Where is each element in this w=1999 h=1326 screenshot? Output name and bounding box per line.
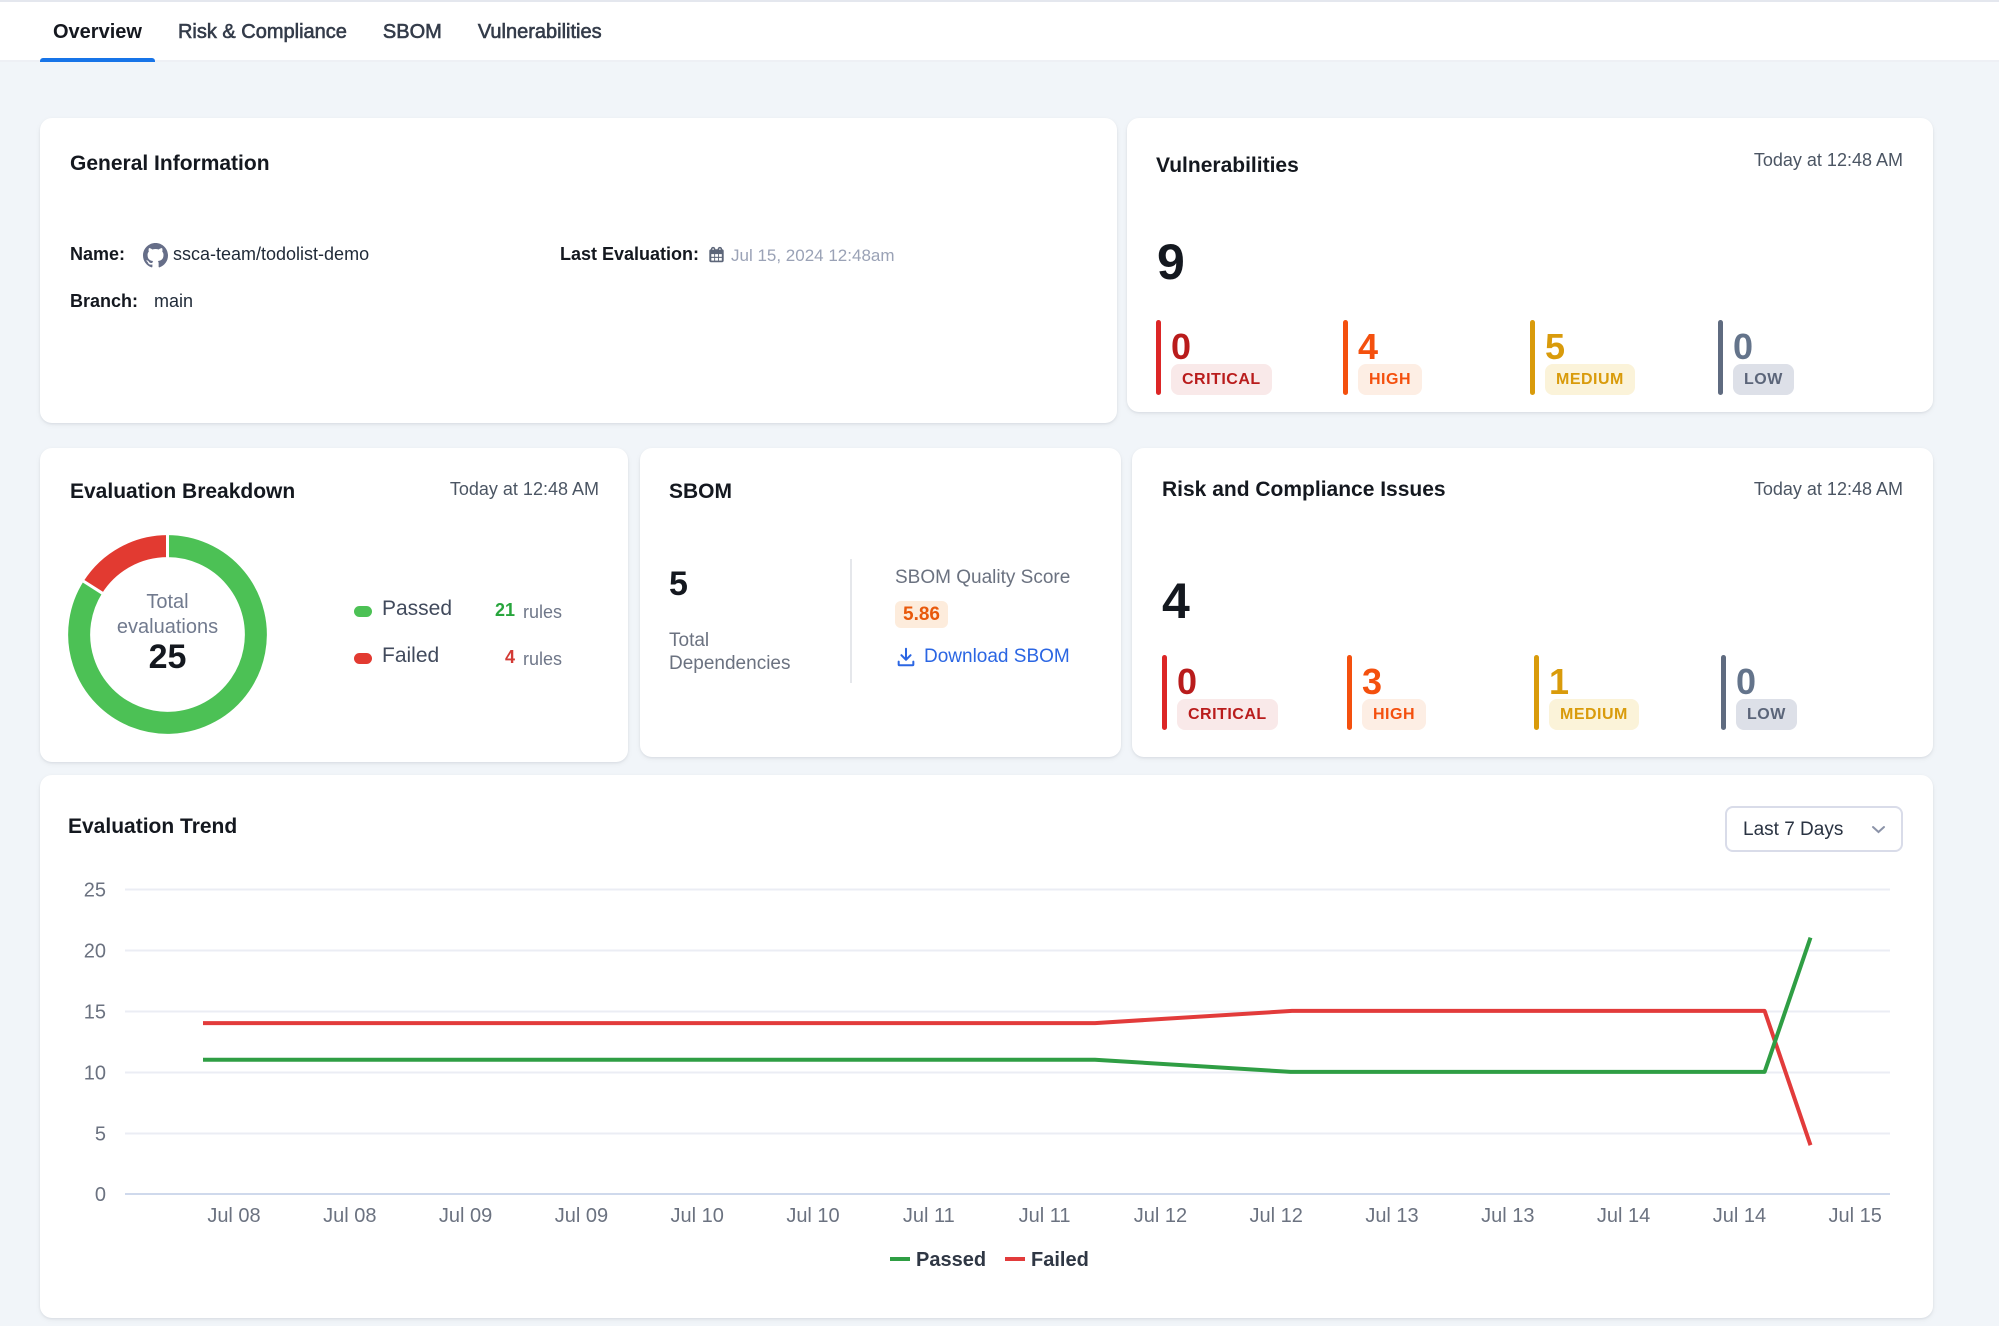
- svg-text:5: 5: [95, 1124, 106, 1146]
- svg-text:Jul 15: Jul 15: [1829, 1205, 1882, 1227]
- svg-text:0: 0: [95, 1184, 106, 1206]
- svg-text:10: 10: [84, 1063, 106, 1085]
- svg-text:Jul 10: Jul 10: [671, 1205, 724, 1227]
- svg-text:Jul 12: Jul 12: [1250, 1205, 1303, 1227]
- svg-text:15: 15: [84, 1002, 106, 1024]
- svg-text:Jul 09: Jul 09: [555, 1205, 608, 1227]
- svg-text:Jul 08: Jul 08: [323, 1205, 376, 1227]
- svg-text:Passed: Passed: [916, 1249, 986, 1271]
- svg-text:Jul 14: Jul 14: [1713, 1205, 1766, 1227]
- svg-text:Jul 12: Jul 12: [1134, 1205, 1187, 1227]
- svg-text:Jul 13: Jul 13: [1481, 1205, 1534, 1227]
- svg-text:Jul 09: Jul 09: [439, 1205, 492, 1227]
- svg-text:20: 20: [84, 941, 106, 963]
- svg-text:Jul 14: Jul 14: [1597, 1205, 1650, 1227]
- svg-text:Failed: Failed: [1031, 1249, 1089, 1271]
- svg-text:Jul 13: Jul 13: [1365, 1205, 1418, 1227]
- svg-text:Jul 08: Jul 08: [207, 1205, 260, 1227]
- svg-text:25: 25: [84, 880, 106, 902]
- svg-text:Jul 10: Jul 10: [786, 1205, 839, 1227]
- svg-text:Jul 11: Jul 11: [903, 1205, 955, 1227]
- svg-text:Jul 11: Jul 11: [1019, 1205, 1071, 1227]
